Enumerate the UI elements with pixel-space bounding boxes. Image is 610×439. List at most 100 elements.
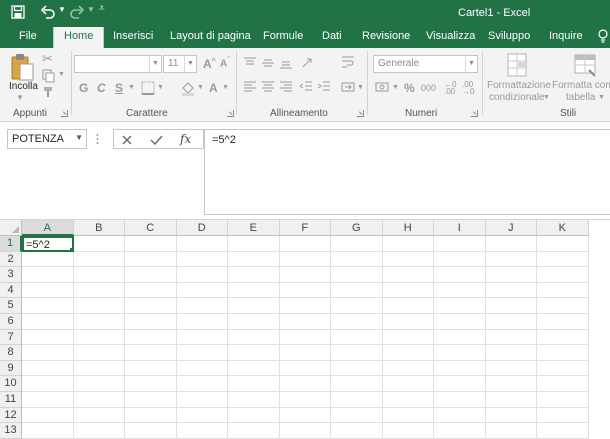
cell[interactable]	[125, 376, 177, 392]
cell[interactable]	[22, 329, 74, 346]
cell[interactable]	[73, 423, 125, 439]
underline-button[interactable]: S	[115, 81, 123, 95]
italic-button[interactable]: C	[97, 81, 106, 95]
tab-visualizza[interactable]: Visualizza	[426, 30, 475, 48]
cell[interactable]	[125, 407, 177, 424]
format-as-table-label-2[interactable]: tabella	[566, 92, 595, 103]
cell[interactable]	[485, 282, 537, 299]
cell[interactable]	[228, 376, 280, 392]
formula-bar-grip-icon[interactable]	[96, 132, 99, 146]
column-header-a[interactable]: A	[22, 220, 74, 236]
row-header-3[interactable]: 3	[0, 267, 22, 283]
row-header-7[interactable]: 7	[0, 329, 22, 346]
cell[interactable]	[434, 282, 486, 299]
copy-icon[interactable]	[42, 69, 56, 83]
row-header-4[interactable]: 4	[0, 282, 22, 299]
cell[interactable]	[279, 282, 331, 299]
cell[interactable]	[125, 314, 177, 330]
number-launcher-icon[interactable]	[471, 110, 478, 117]
column-header-c[interactable]: C	[125, 220, 177, 236]
cancel-entry-icon[interactable]	[121, 134, 133, 146]
active-cell[interactable]: =5^2	[22, 236, 74, 252]
cell[interactable]	[331, 267, 383, 283]
cell[interactable]	[537, 407, 589, 424]
cell[interactable]	[176, 345, 228, 361]
cell[interactable]	[73, 314, 125, 330]
cell[interactable]	[22, 392, 74, 408]
column-header-b[interactable]: B	[73, 220, 125, 236]
cell[interactable]	[279, 267, 331, 283]
cell[interactable]	[331, 236, 383, 252]
align-right-icon[interactable]	[279, 80, 293, 94]
tell-me-lightbulb-icon[interactable]	[597, 29, 609, 43]
comma-style-button[interactable]: 000	[421, 83, 436, 93]
cell[interactable]	[73, 282, 125, 299]
cell[interactable]	[382, 407, 434, 424]
cell[interactable]	[331, 329, 383, 346]
cell[interactable]	[537, 251, 589, 268]
cell[interactable]	[73, 251, 125, 268]
tab-home[interactable]: Home	[53, 27, 105, 48]
cell[interactable]	[125, 345, 177, 361]
tab-revisione[interactable]: Revisione	[362, 30, 410, 48]
row-header-11[interactable]: 11	[0, 392, 22, 408]
undo-icon[interactable]	[40, 4, 56, 20]
cell[interactable]	[485, 407, 537, 424]
paste-dropdown-icon[interactable]: ▼	[16, 93, 24, 102]
cell[interactable]	[279, 423, 331, 439]
cell[interactable]	[434, 376, 486, 392]
cell[interactable]	[382, 298, 434, 314]
cell[interactable]	[228, 345, 280, 361]
paste-button-label[interactable]: Incolla	[9, 81, 38, 92]
cell[interactable]	[331, 298, 383, 314]
cell[interactable]	[537, 360, 589, 377]
cell[interactable]	[22, 345, 74, 361]
borders-dropdown-icon[interactable]: ▼	[157, 84, 164, 91]
increase-decimal-icon[interactable]: ←0.00	[444, 81, 456, 96]
cell[interactable]	[279, 376, 331, 392]
cell[interactable]	[22, 251, 74, 268]
cell[interactable]	[485, 236, 537, 252]
cell[interactable]	[537, 298, 589, 314]
cell[interactable]	[279, 251, 331, 268]
cell[interactable]	[485, 392, 537, 408]
cell[interactable]	[279, 314, 331, 330]
percent-style-button[interactable]: %	[404, 81, 415, 95]
column-header-h[interactable]: H	[382, 220, 434, 236]
customize-qat-icon[interactable]: ⩡	[99, 3, 105, 14]
cell[interactable]	[22, 360, 74, 377]
row-header-9[interactable]: 9	[0, 360, 22, 377]
cell[interactable]	[331, 423, 383, 439]
cell[interactable]	[125, 423, 177, 439]
cell[interactable]	[176, 251, 228, 268]
cell[interactable]	[73, 392, 125, 408]
cell[interactable]	[73, 345, 125, 361]
format-as-table-dropdown-icon[interactable]: ▼	[598, 94, 605, 101]
cell[interactable]	[228, 392, 280, 408]
row-header-12[interactable]: 12	[0, 407, 22, 424]
decrease-font-size-icon[interactable]: Aˇ	[220, 57, 230, 69]
cell[interactable]	[434, 345, 486, 361]
cell[interactable]	[485, 298, 537, 314]
cell[interactable]	[537, 329, 589, 346]
cell[interactable]	[537, 267, 589, 283]
font-color-dropdown-icon[interactable]: ▼	[222, 84, 229, 91]
name-box-dropdown-icon[interactable]: ▼	[75, 133, 83, 142]
cell[interactable]	[382, 376, 434, 392]
cell[interactable]	[434, 236, 486, 252]
cell[interactable]	[331, 360, 383, 377]
cell[interactable]	[176, 392, 228, 408]
increase-indent-icon[interactable]	[317, 80, 331, 94]
font-name-combo[interactable]: ▼	[74, 55, 162, 73]
cell[interactable]	[228, 423, 280, 439]
cell[interactable]	[125, 251, 177, 268]
cell[interactable]	[228, 251, 280, 268]
cell[interactable]	[176, 282, 228, 299]
cell[interactable]	[73, 360, 125, 377]
increase-font-size-icon[interactable]: A^	[203, 57, 216, 71]
column-header-k[interactable]: K	[537, 220, 589, 236]
bold-button[interactable]: G	[79, 81, 88, 95]
tab-formule[interactable]: Formule	[263, 30, 303, 48]
cell[interactable]	[279, 392, 331, 408]
cell[interactable]	[73, 267, 125, 283]
